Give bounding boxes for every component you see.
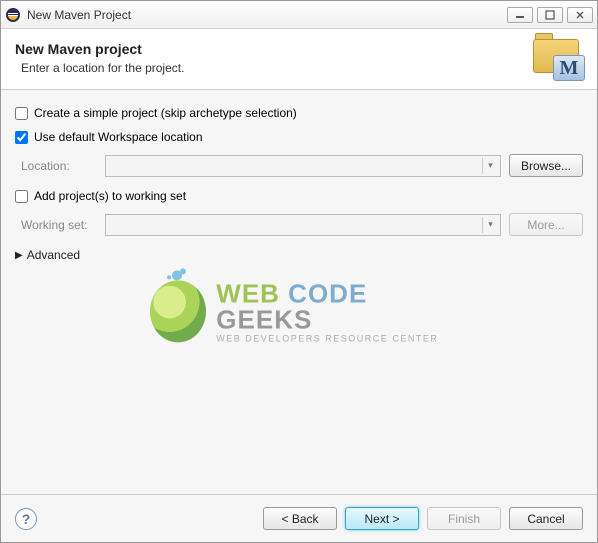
chevron-down-icon: ▾	[482, 158, 498, 174]
minimize-button[interactable]	[507, 7, 533, 23]
help-button[interactable]: ?	[15, 508, 37, 530]
back-button[interactable]: < Back	[263, 507, 337, 530]
maximize-icon	[545, 10, 555, 20]
simple-project-checkbox-row[interactable]: Create a simple project (skip archetype …	[15, 106, 583, 120]
use-default-label: Use default Workspace location	[34, 130, 203, 144]
working-set-checkbox[interactable]	[15, 190, 28, 203]
watermark-subtitle: WEB DEVELOPERS RESOURCE CENTER	[216, 334, 448, 343]
simple-project-checkbox[interactable]	[15, 107, 28, 120]
browse-button[interactable]: Browse...	[509, 154, 583, 177]
help-icon: ?	[22, 511, 31, 527]
next-button[interactable]: Next >	[345, 507, 419, 530]
maximize-button[interactable]	[537, 7, 563, 23]
window-title: New Maven Project	[27, 8, 501, 22]
working-set-checkbox-row[interactable]: Add project(s) to working set	[15, 189, 583, 203]
wizard-banner: New Maven project Enter a location for t…	[1, 29, 597, 90]
watermark-logo-icon	[150, 280, 206, 342]
more-label: More...	[527, 218, 564, 232]
banner-title: New Maven project	[15, 41, 531, 57]
maven-badge: M	[553, 55, 585, 81]
cancel-label: Cancel	[527, 512, 564, 526]
titlebar: New Maven Project	[1, 1, 597, 29]
use-default-checkbox[interactable]	[15, 131, 28, 144]
watermark-title: WEB CODE GEEKS	[216, 280, 448, 332]
working-set-checkbox-label: Add project(s) to working set	[34, 189, 186, 203]
next-label: Next >	[364, 512, 399, 526]
banner-subtitle: Enter a location for the project.	[21, 61, 531, 75]
eclipse-icon	[5, 7, 21, 23]
working-set-row: Working set: ▾ More...	[21, 213, 583, 236]
location-label: Location:	[21, 159, 97, 173]
chevron-down-icon: ▾	[482, 217, 498, 233]
simple-project-label: Create a simple project (skip archetype …	[34, 106, 297, 120]
close-icon	[575, 10, 585, 20]
location-combo: ▾	[105, 155, 501, 177]
chevron-right-icon: ▶	[15, 250, 23, 261]
wizard-footer: ? < Back Next > Finish Cancel	[1, 494, 597, 542]
finish-label: Finish	[448, 512, 480, 526]
use-default-checkbox-row[interactable]: Use default Workspace location	[15, 130, 583, 144]
working-set-label: Working set:	[21, 218, 97, 232]
minimize-icon	[515, 11, 525, 19]
cancel-button[interactable]: Cancel	[509, 507, 583, 530]
advanced-toggle[interactable]: ▶ Advanced	[15, 248, 583, 262]
back-label: < Back	[281, 512, 318, 526]
working-set-combo: ▾	[105, 214, 501, 236]
more-button: More...	[509, 213, 583, 236]
close-button[interactable]	[567, 7, 593, 23]
location-row: Location: ▾ Browse...	[21, 154, 583, 177]
browse-label: Browse...	[521, 159, 571, 173]
advanced-label: Advanced	[27, 248, 80, 262]
maven-folder-icon: M	[531, 37, 583, 79]
finish-button: Finish	[427, 507, 501, 530]
watermark: WEB CODE GEEKS WEB DEVELOPERS RESOURCE C…	[150, 280, 448, 343]
wizard-content: Create a simple project (skip archetype …	[1, 90, 597, 495]
